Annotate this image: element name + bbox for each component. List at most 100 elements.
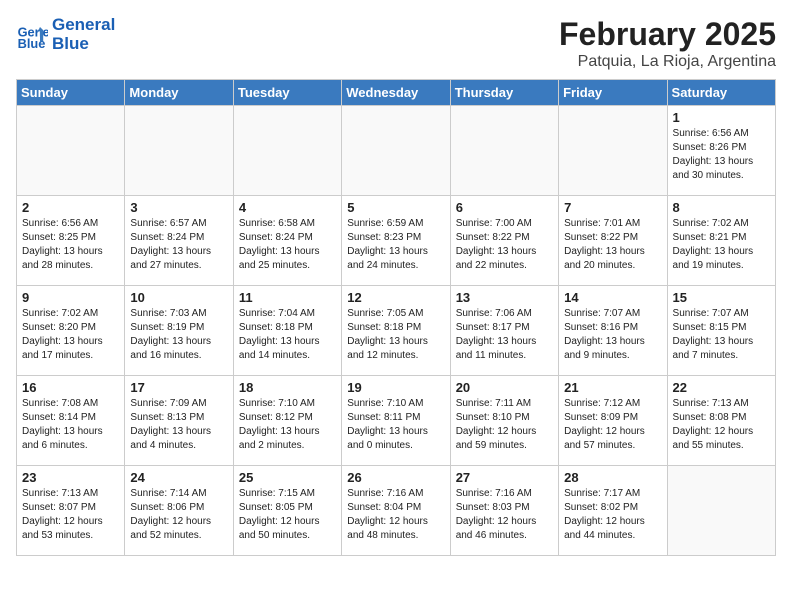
logo-icon: General Blue xyxy=(16,19,48,51)
day-number: 13 xyxy=(456,290,553,305)
day-number: 12 xyxy=(347,290,444,305)
day-number: 6 xyxy=(456,200,553,215)
day-number: 15 xyxy=(673,290,770,305)
calendar-cell xyxy=(342,106,450,196)
calendar-cell: 19 Sunrise: 7:10 AM Sunset: 8:11 PM Dayli… xyxy=(342,376,450,466)
calendar-cell: 10 Sunrise: 7:03 AM Sunset: 8:19 PM Dayli… xyxy=(125,286,233,376)
day-info: Sunrise: 7:12 AM Sunset: 8:09 PM Dayligh… xyxy=(564,397,661,453)
logo-line2: Blue xyxy=(52,35,115,54)
day-number: 28 xyxy=(564,470,661,485)
day-number: 22 xyxy=(673,380,770,395)
day-info: Sunrise: 7:16 AM Sunset: 8:03 PM Dayligh… xyxy=(456,487,553,543)
calendar-cell: 12 Sunrise: 7:05 AM Sunset: 8:18 PM Dayli… xyxy=(342,286,450,376)
calendar-cell: 14 Sunrise: 7:07 AM Sunset: 8:16 PM Dayli… xyxy=(559,286,667,376)
weekday-header-sunday: Sunday xyxy=(17,80,125,106)
day-number: 27 xyxy=(456,470,553,485)
week-row-5: 23Sunrise: 7:13 AM Sunset: 8:07 PM Dayli… xyxy=(17,466,776,556)
day-info: Sunrise: 7:09 AM Sunset: 8:13 PM Dayligh… xyxy=(130,397,227,453)
calendar-cell: 26 Sunrise: 7:16 AM Sunset: 8:04 PM Dayli… xyxy=(342,466,450,556)
day-number: 21 xyxy=(564,380,661,395)
day-number: 19 xyxy=(347,380,444,395)
day-info: Sunrise: 7:03 AM Sunset: 8:19 PM Dayligh… xyxy=(130,307,227,363)
calendar-cell xyxy=(450,106,558,196)
day-info: Sunrise: 7:01 AM Sunset: 8:22 PM Dayligh… xyxy=(564,217,661,273)
week-row-3: 9 Sunrise: 7:02 AM Sunset: 8:20 PM Daylig… xyxy=(17,286,776,376)
weekday-header-friday: Friday xyxy=(559,80,667,106)
day-number: 2 xyxy=(22,200,119,215)
week-row-4: 16 Sunrise: 7:08 AM Sunset: 8:14 PM Dayli… xyxy=(17,376,776,466)
calendar-cell: 8 Sunrise: 7:02 AM Sunset: 8:21 PM Daylig… xyxy=(667,196,775,286)
calendar-cell: 11 Sunrise: 7:04 AM Sunset: 8:18 PM Dayli… xyxy=(233,286,341,376)
weekday-header-monday: Monday xyxy=(125,80,233,106)
month-title: February 2025 xyxy=(559,16,776,53)
day-number: 8 xyxy=(673,200,770,215)
day-info: Sunrise: 6:56 AM Sunset: 8:25 PM Dayligh… xyxy=(22,217,119,273)
calendar-cell xyxy=(17,106,125,196)
day-number: 9 xyxy=(22,290,119,305)
weekday-header-thursday: Thursday xyxy=(450,80,558,106)
calendar-cell: 5 Sunrise: 6:59 AM Sunset: 8:23 PM Daylig… xyxy=(342,196,450,286)
day-number: 1 xyxy=(673,110,770,125)
logo: General Blue General Blue xyxy=(16,16,115,53)
calendar-cell xyxy=(559,106,667,196)
day-info: Sunrise: 6:57 AM Sunset: 8:24 PM Dayligh… xyxy=(130,217,227,273)
calendar-cell: 2 Sunrise: 6:56 AM Sunset: 8:25 PM Daylig… xyxy=(17,196,125,286)
day-info: Sunrise: 7:14 AM Sunset: 8:06 PM Dayligh… xyxy=(130,487,227,543)
page-header: General Blue General Blue February 2025 … xyxy=(16,16,776,71)
calendar-cell: 4 Sunrise: 6:58 AM Sunset: 8:24 PM Daylig… xyxy=(233,196,341,286)
calendar-table: SundayMondayTuesdayWednesdayThursdayFrid… xyxy=(16,79,776,556)
calendar-cell: 22 Sunrise: 7:13 AM Sunset: 8:08 PM Dayli… xyxy=(667,376,775,466)
calendar-cell xyxy=(667,466,775,556)
day-info: Sunrise: 7:05 AM Sunset: 8:18 PM Dayligh… xyxy=(347,307,444,363)
day-number: 11 xyxy=(239,290,336,305)
day-info: Sunrise: 7:11 AM Sunset: 8:10 PM Dayligh… xyxy=(456,397,553,453)
day-info: Sunrise: 7:04 AM Sunset: 8:18 PM Dayligh… xyxy=(239,307,336,363)
location-title: Patquia, La Rioja, Argentina xyxy=(559,53,776,71)
day-number: 16 xyxy=(22,380,119,395)
day-info: Sunrise: 7:07 AM Sunset: 8:15 PM Dayligh… xyxy=(673,307,770,363)
day-number: 24 xyxy=(130,470,227,485)
week-row-1: 1 Sunrise: 6:56 AM Sunset: 8:26 PM Daylig… xyxy=(17,106,776,196)
title-block: February 2025 Patquia, La Rioja, Argenti… xyxy=(559,16,776,71)
day-info: Sunrise: 7:10 AM Sunset: 8:11 PM Dayligh… xyxy=(347,397,444,453)
day-info: Sunrise: 7:06 AM Sunset: 8:17 PM Dayligh… xyxy=(456,307,553,363)
day-info: Sunrise: 7:02 AM Sunset: 8:20 PM Dayligh… xyxy=(22,307,119,363)
calendar-cell: 16 Sunrise: 7:08 AM Sunset: 8:14 PM Dayli… xyxy=(17,376,125,466)
day-info: Sunrise: 7:17 AM Sunset: 8:02 PM Dayligh… xyxy=(564,487,661,543)
day-info: Sunrise: 7:00 AM Sunset: 8:22 PM Dayligh… xyxy=(456,217,553,273)
day-number: 5 xyxy=(347,200,444,215)
day-info: Sunrise: 6:56 AM Sunset: 8:26 PM Dayligh… xyxy=(673,127,770,183)
day-info: Sunrise: 7:02 AM Sunset: 8:21 PM Dayligh… xyxy=(673,217,770,273)
calendar-cell: 18Sunrise: 7:10 AM Sunset: 8:12 PM Dayli… xyxy=(233,376,341,466)
calendar-cell: 27 Sunrise: 7:16 AM Sunset: 8:03 PM Dayli… xyxy=(450,466,558,556)
calendar-cell: 13 Sunrise: 7:06 AM Sunset: 8:17 PM Dayli… xyxy=(450,286,558,376)
calendar-cell: 7 Sunrise: 7:01 AM Sunset: 8:22 PM Daylig… xyxy=(559,196,667,286)
weekday-header-row: SundayMondayTuesdayWednesdayThursdayFrid… xyxy=(17,80,776,106)
day-info: Sunrise: 7:16 AM Sunset: 8:04 PM Dayligh… xyxy=(347,487,444,543)
day-info: Sunrise: 7:13 AM Sunset: 8:08 PM Dayligh… xyxy=(673,397,770,453)
calendar-cell: 24 Sunrise: 7:14 AM Sunset: 8:06 PM Dayli… xyxy=(125,466,233,556)
calendar-cell: 23Sunrise: 7:13 AM Sunset: 8:07 PM Dayli… xyxy=(17,466,125,556)
day-number: 7 xyxy=(564,200,661,215)
day-number: 25 xyxy=(239,470,336,485)
day-info: Sunrise: 7:13 AM Sunset: 8:07 PM Dayligh… xyxy=(22,487,119,543)
calendar-cell xyxy=(125,106,233,196)
day-info: Sunrise: 6:58 AM Sunset: 8:24 PM Dayligh… xyxy=(239,217,336,273)
day-number: 4 xyxy=(239,200,336,215)
calendar-cell: 9 Sunrise: 7:02 AM Sunset: 8:20 PM Daylig… xyxy=(17,286,125,376)
day-number: 10 xyxy=(130,290,227,305)
week-row-2: 2 Sunrise: 6:56 AM Sunset: 8:25 PM Daylig… xyxy=(17,196,776,286)
day-number: 3 xyxy=(130,200,227,215)
calendar-cell: 21 Sunrise: 7:12 AM Sunset: 8:09 PM Dayli… xyxy=(559,376,667,466)
day-info: Sunrise: 7:07 AM Sunset: 8:16 PM Dayligh… xyxy=(564,307,661,363)
day-number: 26 xyxy=(347,470,444,485)
weekday-header-tuesday: Tuesday xyxy=(233,80,341,106)
day-number: 17 xyxy=(130,380,227,395)
weekday-header-saturday: Saturday xyxy=(667,80,775,106)
calendar-cell: 6 Sunrise: 7:00 AM Sunset: 8:22 PM Daylig… xyxy=(450,196,558,286)
day-info: Sunrise: 6:59 AM Sunset: 8:23 PM Dayligh… xyxy=(347,217,444,273)
calendar-cell: 28 Sunrise: 7:17 AM Sunset: 8:02 PM Dayli… xyxy=(559,466,667,556)
day-number: 14 xyxy=(564,290,661,305)
day-info: Sunrise: 7:08 AM Sunset: 8:14 PM Dayligh… xyxy=(22,397,119,453)
calendar-cell: 17 Sunrise: 7:09 AM Sunset: 8:13 PM Dayli… xyxy=(125,376,233,466)
